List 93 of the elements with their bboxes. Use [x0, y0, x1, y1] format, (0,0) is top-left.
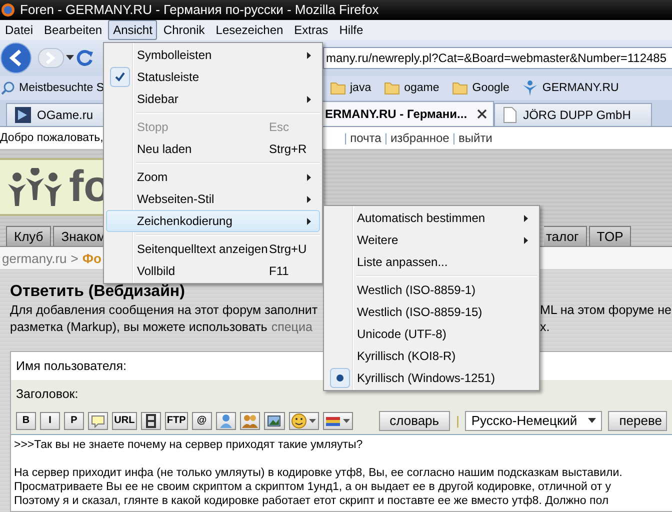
bookmark[interactable]: java: [329, 80, 372, 96]
dictionary-button[interactable]: словарь: [378, 410, 450, 431]
menu-item[interactable]: Westlich (ISO-8859-1): [326, 279, 537, 301]
toolbar-button[interactable]: [288, 412, 319, 430]
link[interactable]: почта: [350, 130, 382, 145]
separator: |: [456, 414, 460, 428]
bookmark[interactable]: ogame: [383, 80, 440, 96]
menu-item[interactable]: Zeichenkodierung: [106, 210, 320, 232]
intro-text: Для добавления сообщения на этот форум заполнит: [10, 302, 318, 319]
shortcut-text: Strg+R: [269, 142, 308, 156]
folder-icon: [330, 80, 346, 95]
caret-icon[interactable]: [66, 55, 74, 62]
menu-item[interactable]: Lesezeichen: [210, 20, 288, 40]
globe-icon: [1, 2, 15, 17]
language-dropdown[interactable]: Русско-Немецкий: [465, 410, 602, 431]
menu-item[interactable]: Liste anpassen...: [326, 251, 537, 273]
menu-item[interactable]: Extras: [289, 20, 334, 40]
toolbar-button[interactable]: [264, 412, 285, 430]
menu-item[interactable]: Kyrillisch (Windows-1251): [326, 367, 537, 389]
address-field[interactable]: many.ru/newreply.pl?Cat=&Board=webmaster&Number=112485: [323, 47, 672, 70]
site-tab[interactable]: Клуб: [6, 226, 52, 246]
toolbar-button[interactable]: [140, 412, 161, 430]
format-button[interactable]: @: [192, 412, 212, 430]
menu-item[interactable]: Westlich (ISO-8859-15): [326, 301, 537, 323]
intro-text: х.: [540, 320, 550, 336]
intro-text: ML на этом форуме не: [540, 302, 672, 319]
greeting-text: Добро пожаловать,: [0, 132, 104, 144]
user-icon: [218, 412, 234, 429]
menu-item[interactable]: Unicode (UTF-8): [326, 323, 537, 345]
menu-item[interactable]: Chronik: [158, 20, 210, 40]
field-label: Имя пользователя:: [16, 358, 126, 373]
toolbar-button[interactable]: [322, 412, 353, 430]
site-tab[interactable]: талог: [544, 226, 587, 246]
shortcut-text: Esc: [269, 120, 290, 134]
translate-button[interactable]: переве: [608, 410, 667, 431]
separator: |: [384, 130, 388, 145]
window-title: Foren - GERMANY.RU - Германия по-русски - Mozilla Firefox: [20, 2, 379, 18]
document-icon: [503, 107, 518, 124]
link[interactable]: избранное: [390, 130, 450, 145]
link[interactable]: специа: [271, 320, 312, 337]
bookmark[interactable]: GERMANY.RU: [521, 80, 619, 96]
format-button[interactable]: I: [40, 412, 60, 430]
bookmark[interactable]: Google: [451, 80, 510, 96]
close-icon[interactable]: [477, 109, 488, 120]
browser-tab[interactable]: JÖRG DUPP GmbH: [494, 103, 652, 126]
reload-icon[interactable]: [76, 49, 94, 68]
menu-item[interactable]: Statusleiste: [106, 66, 320, 88]
image-icon: [266, 412, 282, 429]
menu-item[interactable]: Datei: [0, 20, 38, 40]
link[interactable]: выйти: [458, 130, 492, 145]
breadcrumb-link[interactable]: germany.ru: [2, 250, 67, 266]
people-icon: [7, 168, 63, 206]
site-tab[interactable]: TOP: [588, 226, 632, 246]
caret-icon: [588, 418, 596, 424]
menu-item[interactable]: Neu laden Strg+R: [106, 138, 320, 160]
menu-item[interactable]: Webseiten-Stil: [106, 188, 320, 210]
page-heading: Ответить (Вебдизайн): [10, 282, 185, 302]
message-text: Поэтому я и сказал, глянте в какой кодировке работает етот скрипт и поставте ее же вместо утф8. Должно пол: [14, 494, 610, 508]
caret-icon: [343, 418, 350, 423]
menu-item[interactable]: Symbolleisten: [106, 44, 320, 66]
message-text: Просматриваете Вы ее не своим скриптом а скриптом 1унд1, а он выдает ее в другой кодировке, отличной от у: [14, 480, 612, 494]
shortcut-text: F11: [269, 264, 290, 278]
menu-item[interactable]: Weitere: [326, 229, 537, 251]
format-button[interactable]: B: [16, 412, 36, 430]
menu-item[interactable]: Sidebar: [106, 88, 320, 110]
menu-item[interactable]: Ansicht: [108, 20, 158, 40]
format-button[interactable]: FTP: [164, 412, 188, 430]
folder-icon: [452, 80, 468, 95]
menu-item[interactable]: Automatisch bestimmen: [326, 207, 537, 229]
format-button[interactable]: P: [64, 412, 84, 430]
message-text: >>>Так вы не знаете почему на сервер приходят такие умляуты?: [14, 438, 364, 452]
smiley-icon: [291, 412, 308, 429]
comment-icon: [90, 412, 106, 429]
folder-icon: [384, 80, 400, 95]
browser-tab[interactable]: ERMANY.RU - Германи...: [323, 101, 494, 126]
menu-item[interactable]: Bearbeiten: [39, 20, 108, 40]
field-label: Заголовок:: [16, 386, 78, 401]
caret-icon: [309, 418, 316, 423]
person-icon: [522, 80, 538, 96]
menu-item[interactable]: Hilfe: [334, 20, 368, 40]
menu-item[interactable]: Vollbild F11: [106, 260, 320, 282]
menu-item[interactable]: Zoom: [106, 166, 320, 188]
separator: |: [452, 130, 456, 145]
menu-item[interactable]: Kyrillisch (KOI8-R): [326, 345, 537, 367]
site-icon: [15, 107, 31, 124]
separator: >: [70, 250, 78, 266]
shortcut-text: Strg+U: [269, 242, 308, 256]
format-button[interactable]: URL: [112, 412, 137, 430]
bookmark[interactable]: Meistbesuchte S: [0, 80, 104, 95]
group-icon: [242, 412, 258, 429]
intro-text: разметка (Markup), вы можете использовать: [10, 320, 268, 336]
message-text: На сервер приходит инфа (не только умляуты) в кодировке утф8, Вы, ее согласно нашим подсказкам выставили.: [14, 466, 624, 480]
separator: |: [344, 130, 348, 145]
